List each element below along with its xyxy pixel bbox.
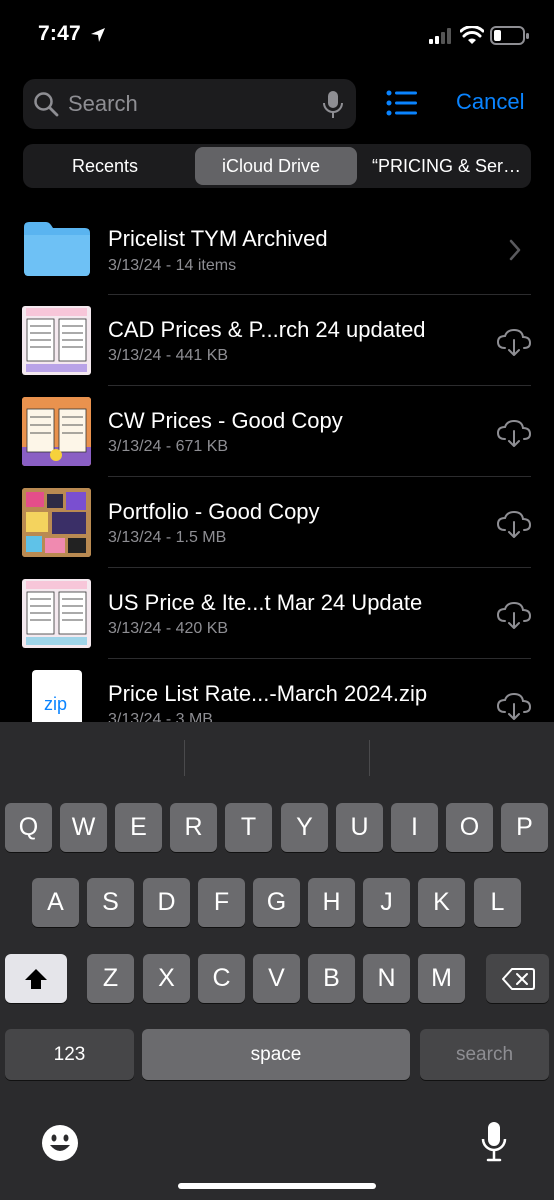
backspace-icon (501, 967, 535, 990)
location-arrow-icon (91, 28, 105, 42)
segment-recents[interactable]: Recents (72, 156, 138, 177)
key-u[interactable]: U (336, 803, 383, 852)
key-e[interactable]: E (115, 803, 162, 852)
key-s[interactable]: S (87, 878, 134, 927)
chevron-right-icon (509, 239, 521, 261)
file-name: CAD Prices & P...rch 24 updated (108, 317, 426, 342)
file-name: Portfolio - Good Copy (108, 499, 320, 524)
key-r[interactable]: R (170, 803, 217, 852)
file-thumbnail (22, 397, 91, 466)
row-divider (108, 385, 531, 386)
row-divider (108, 658, 531, 659)
file-name: CW Prices - Good Copy (108, 408, 343, 433)
search-icon (34, 92, 59, 117)
key-w[interactable]: W (60, 803, 107, 852)
list-view-icon[interactable] (386, 90, 418, 116)
key-v[interactable]: V (253, 954, 300, 1003)
zip-icon-label: zip (44, 694, 68, 714)
file-thumbnail (22, 579, 91, 648)
key-i[interactable]: I (391, 803, 438, 852)
key-x[interactable]: X (143, 954, 190, 1003)
key-b[interactable]: B (308, 954, 355, 1003)
microphone-icon[interactable] (322, 90, 344, 120)
cloud-download-icon[interactable] (496, 509, 532, 539)
file-meta: 3/13/24 - 671 KB (108, 438, 229, 455)
prediction-divider (184, 740, 185, 776)
home-indicator (178, 1183, 376, 1189)
file-meta: 3/13/24 - 420 KB (108, 620, 229, 637)
file-meta: 3/13/24 - 441 KB (108, 347, 229, 364)
status-time: 7:47 (38, 22, 81, 45)
key-j[interactable]: J (363, 878, 410, 927)
key-z[interactable]: Z (87, 954, 134, 1003)
cellular-signal-icon (429, 28, 451, 44)
file-meta: 3/13/24 - 1.5 MB (108, 529, 227, 546)
file-meta: 3/13/24 - 14 items (108, 257, 237, 274)
shift-key[interactable] (5, 954, 67, 1003)
file-thumbnail (22, 306, 91, 375)
segment-icloud-drive[interactable]: iCloud Drive (222, 156, 320, 177)
delete-key[interactable] (486, 954, 549, 1003)
segment-pricing-folder[interactable]: “PRICING & Ser… (372, 156, 521, 177)
battery-icon (490, 26, 529, 45)
file-thumbnail (22, 488, 91, 557)
cancel-button[interactable]: Cancel (456, 89, 524, 115)
key-g[interactable]: G (253, 878, 300, 927)
wifi-icon (460, 26, 484, 44)
shift-arrow-icon (25, 968, 47, 989)
key-d[interactable]: D (143, 878, 190, 927)
space-key[interactable]: space (142, 1029, 410, 1080)
file-name: Pricelist TYM Archived (108, 226, 328, 251)
key-l[interactable]: L (474, 878, 521, 927)
key-q[interactable]: Q (5, 803, 52, 852)
key-t[interactable]: T (225, 803, 272, 852)
key-k[interactable]: K (418, 878, 465, 927)
search-key[interactable]: search (420, 1029, 549, 1080)
key-n[interactable]: N (363, 954, 410, 1003)
row-divider (108, 476, 531, 477)
prediction-divider (369, 740, 370, 776)
row-divider (108, 294, 531, 295)
cloud-download-icon[interactable] (496, 418, 532, 448)
cloud-download-icon[interactable] (496, 600, 532, 630)
search-input[interactable]: Search (68, 91, 138, 117)
numbers-key[interactable]: 123 (5, 1029, 134, 1080)
key-y[interactable]: Y (281, 803, 328, 852)
key-h[interactable]: H (308, 878, 355, 927)
key-a[interactable]: A (32, 878, 79, 927)
cloud-download-icon[interactable] (496, 691, 532, 721)
key-c[interactable]: C (198, 954, 245, 1003)
folder-icon (24, 222, 90, 276)
row-divider (108, 567, 531, 568)
file-name: US Price & Ite...t Mar 24 Update (108, 590, 423, 615)
key-o[interactable]: O (446, 803, 493, 852)
file-name: Price List Rate...-March 2024.zip (108, 681, 428, 706)
emoji-icon[interactable] (40, 1123, 80, 1163)
dictation-microphone-icon[interactable] (480, 1121, 508, 1163)
key-m[interactable]: M (418, 954, 465, 1003)
key-f[interactable]: F (198, 878, 245, 927)
key-p[interactable]: P (501, 803, 548, 852)
cloud-download-icon[interactable] (496, 327, 532, 357)
